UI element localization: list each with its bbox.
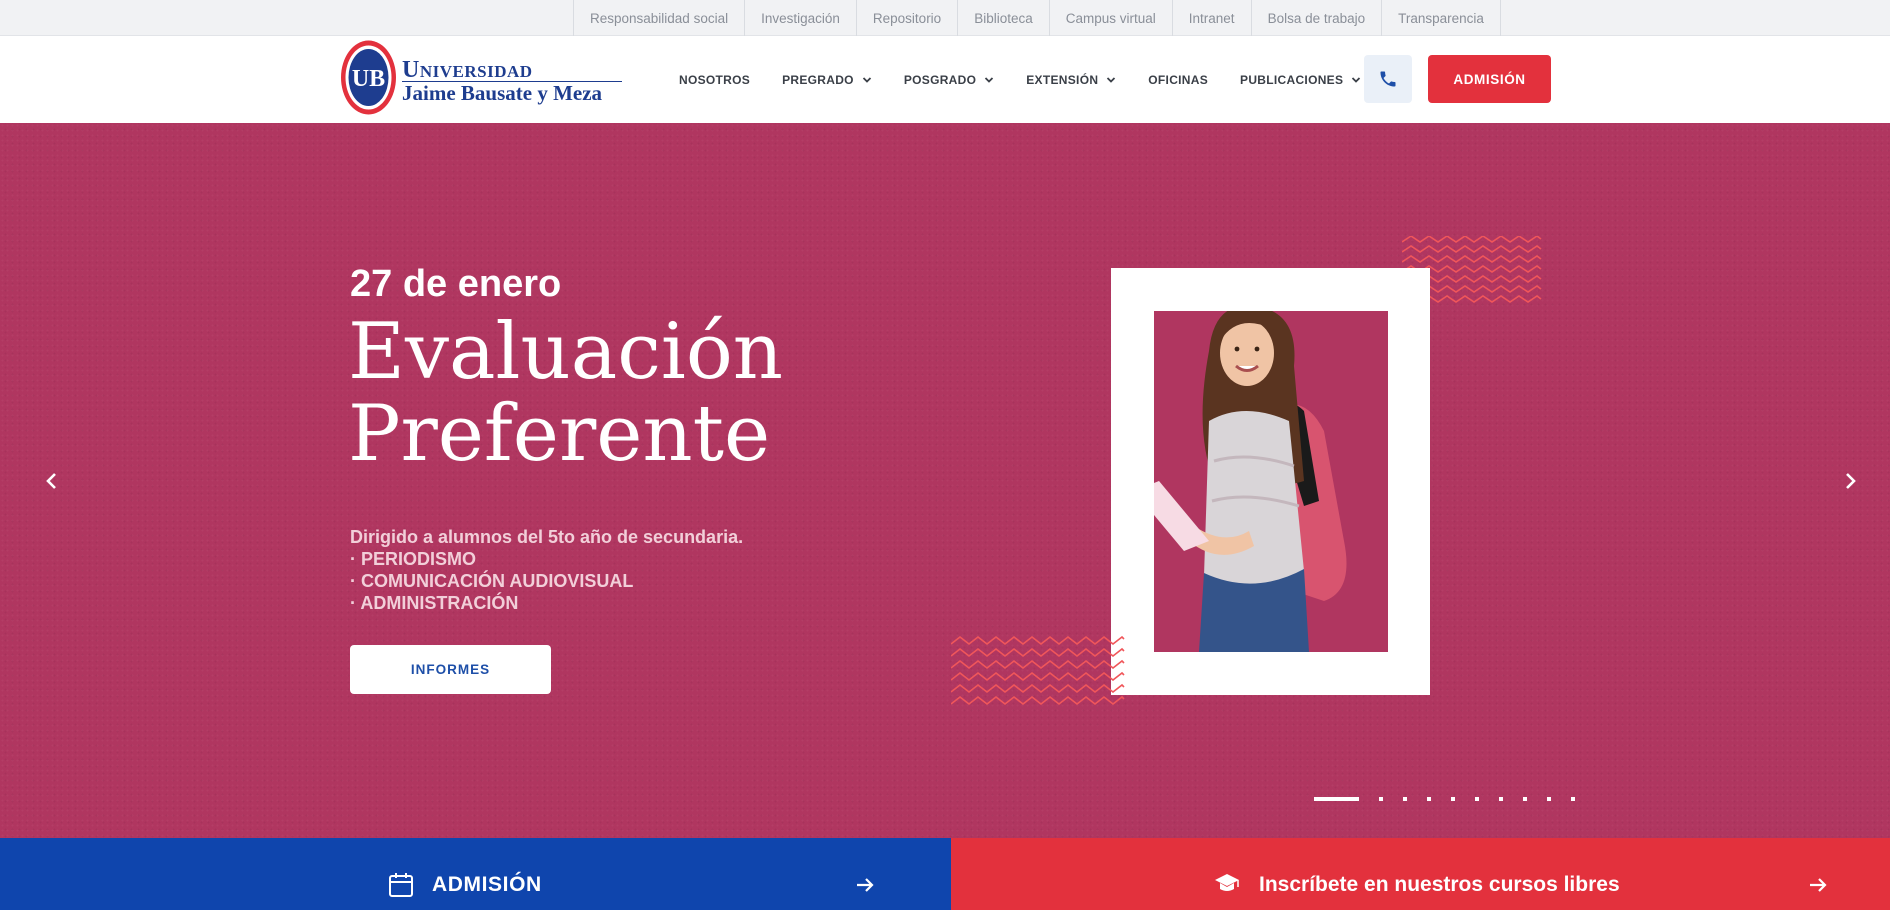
hero-description-line: · ADMINISTRACIÓN (350, 593, 519, 613)
nav-item-extension[interactable]: EXTENSIÓN (1026, 73, 1116, 87)
nav-item-pregrado[interactable]: PREGRADO (782, 73, 872, 87)
chevron-down-icon (862, 76, 871, 83)
logo-line-1: Universidad (402, 57, 533, 83)
logo-line-2: Jaime Bausate y Meza (402, 81, 603, 105)
admission-button[interactable]: ADMISIÓN (1428, 55, 1551, 103)
slider-dot[interactable] (1403, 797, 1407, 801)
nav-item-posgrado[interactable]: POSGRADO (904, 73, 994, 87)
university-logo[interactable]: UB Universidad Jaime Bausate y Meza (340, 39, 623, 119)
nav-label: NOSOTROS (679, 72, 751, 87)
slider-dot[interactable] (1547, 797, 1551, 801)
slider-pagination (1314, 797, 1595, 801)
hero-texture (0, 123, 1890, 838)
courses-banner[interactable]: Inscríbete en nuestros cursos libres (951, 838, 1890, 910)
chevron-down-icon (1352, 76, 1361, 83)
informes-button[interactable]: INFORMES (350, 645, 551, 694)
nav-item-nosotros[interactable]: NOSOTROS (679, 73, 750, 87)
slider-dot[interactable] (1314, 797, 1359, 801)
utility-link-transparencia[interactable]: Transparencia (1382, 0, 1501, 36)
hero-title: Evaluación Preferente (348, 311, 783, 475)
utility-link-investigacion[interactable]: Investigación (745, 0, 857, 36)
main-nav: NOSOTROS PREGRADO POSGRADO EXTENSIÓN OFI… (679, 36, 1393, 123)
slider-dot[interactable] (1475, 797, 1479, 801)
main-header: UB Universidad Jaime Bausate y Meza NOSO… (0, 36, 1890, 123)
admission-banner-label: ADMISIÓN (432, 873, 542, 896)
chevron-down-icon (985, 76, 994, 83)
hero-title-line-1: Evaluación (348, 307, 784, 397)
nav-label: EXTENSIÓN (1026, 72, 1099, 87)
slider-dot[interactable] (1571, 797, 1575, 801)
slider-dot[interactable] (1451, 797, 1455, 801)
nav-label: OFICINAS (1148, 72, 1209, 87)
utility-bar: Responsabilidad social Investigación Rep… (0, 0, 1890, 36)
arrow-right-icon (1810, 878, 1827, 892)
utility-link-repositorio[interactable]: Repositorio (857, 0, 959, 36)
hero-description-line: · PERIODISMO (350, 549, 477, 569)
hero-description: Dirigido a alumnos del 5to año de secund… (350, 526, 743, 614)
utility-link-intranet[interactable]: Intranet (1173, 0, 1252, 36)
nav-item-oficinas[interactable]: OFICINAS (1148, 73, 1208, 87)
nav-label: POSGRADO (903, 72, 977, 87)
nav-label: PUBLICACIONES (1240, 72, 1344, 87)
chevron-down-icon (1107, 76, 1116, 83)
slider-dot[interactable] (1427, 797, 1431, 801)
slider-dot[interactable] (1379, 797, 1383, 801)
utility-link-campus-virtual[interactable]: Campus virtual (1050, 0, 1173, 36)
hero-title-line-2: Preferente (348, 389, 771, 479)
hero-description-line: Dirigido a alumnos del 5to año de secund… (350, 527, 744, 547)
graduation-cap-icon (1215, 874, 1239, 891)
slider-prev-button[interactable] (34, 463, 70, 499)
hero-slider: 27 de enero Evaluación Preferente Dirigi… (0, 123, 1890, 838)
arrow-right-icon (857, 878, 874, 892)
university-seal-icon: UB (341, 40, 396, 115)
utility-link-biblioteca[interactable]: Biblioteca (958, 0, 1050, 36)
hero-photo-frame (1111, 268, 1430, 695)
utility-links: Responsabilidad social Investigación Rep… (573, 0, 1501, 36)
courses-banner-label: Inscríbete en nuestros cursos libres (1259, 873, 1620, 896)
hero-photo (1154, 311, 1388, 652)
utility-link-responsabilidad-social[interactable]: Responsabilidad social (574, 0, 746, 36)
seal-monogram: UB (352, 66, 385, 92)
student-illustration (1154, 311, 1347, 652)
hero-date: 27 de enero (350, 263, 562, 305)
nav-item-publicaciones[interactable]: PUBLICACIONES (1240, 73, 1361, 87)
slider-dot[interactable] (1523, 797, 1527, 801)
phone-button[interactable] (1364, 55, 1412, 103)
nav-label: PREGRADO (782, 72, 854, 87)
utility-link-bolsa-de-trabajo[interactable]: Bolsa de trabajo (1252, 0, 1383, 36)
slider-next-button[interactable] (1832, 463, 1868, 499)
admission-banner[interactable]: ADMISIÓN (0, 838, 951, 910)
chevron-left-icon (46, 473, 56, 489)
calendar-icon (389, 873, 413, 897)
wave-pattern-bottom (951, 636, 1125, 706)
phone-icon (1380, 71, 1396, 87)
slider-dot[interactable] (1499, 797, 1503, 801)
hero-description-line: · COMUNICACIÓN AUDIOVISUAL (350, 571, 634, 591)
chevron-right-icon (1846, 473, 1856, 489)
